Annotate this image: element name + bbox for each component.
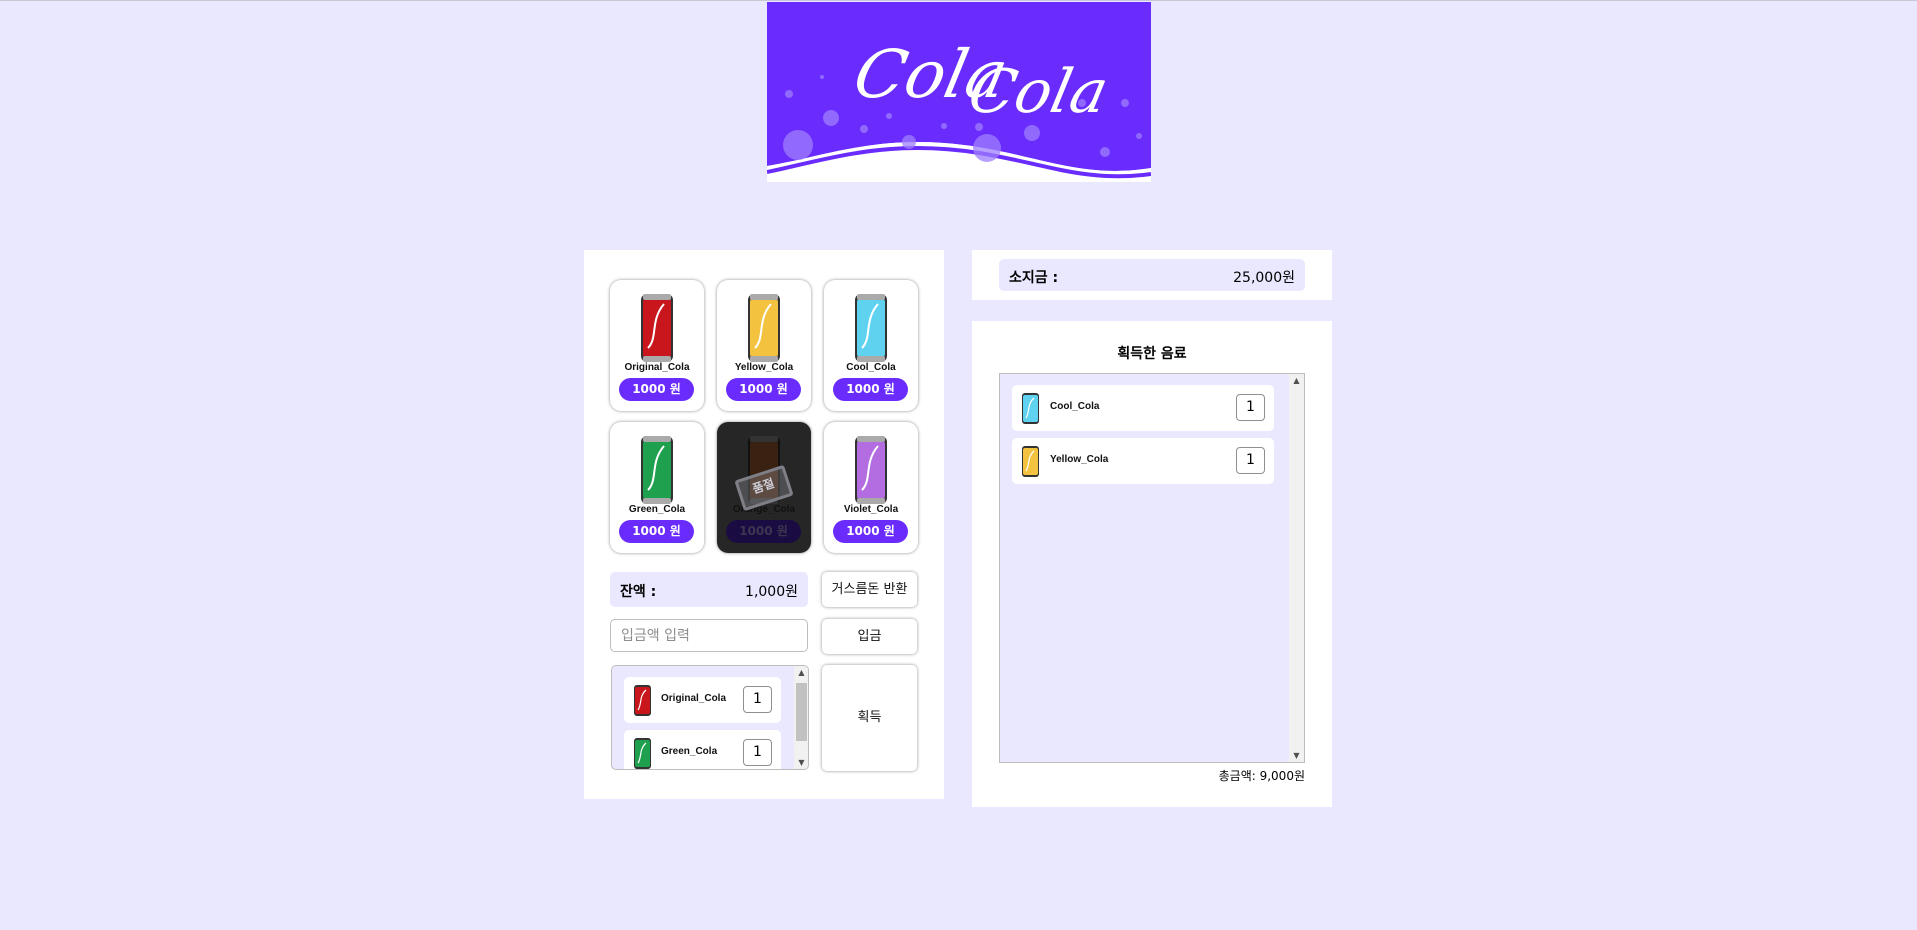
acquire-button[interactable]: 획득	[822, 665, 917, 771]
acquired-item-qty: 1	[1236, 447, 1265, 474]
cola-can-icon	[641, 436, 673, 504]
product-price: 1000 원	[619, 378, 694, 401]
logo-text-2: Cola	[962, 58, 1114, 127]
deposit-button[interactable]: 입금	[822, 619, 917, 654]
cola-can-icon	[748, 294, 780, 362]
deposit-input[interactable]	[610, 619, 808, 652]
product-name: Orange_Cola	[732, 504, 796, 515]
acquired-item: Cool_Cola 1	[1012, 385, 1274, 431]
product-price: 1000 원	[619, 520, 694, 543]
scroll-up-icon[interactable]: ▲	[1289, 376, 1304, 385]
wallet-display: 소지금 : 25,000원	[999, 259, 1305, 291]
product-violet-cola[interactable]: Violet_Cola 1000 원	[824, 422, 918, 553]
balance-label: 잔액 :	[620, 584, 657, 600]
wallet-value: 25,000원	[1233, 270, 1295, 286]
wallet-label: 소지금 :	[1009, 270, 1059, 286]
acquired-drinks-panel: 획득한 음료 Cool_Cola 1 Yellow_Cola 1 ▲ ▼ 총금액…	[972, 321, 1332, 807]
product-price: 1000 원	[726, 520, 801, 543]
product-name: Green_Cola	[628, 504, 686, 515]
cart-item-name: Green_Cola	[661, 746, 718, 757]
product-orange-cola[interactable]: Orange_Cola 품절 1000 원	[717, 422, 811, 553]
product-cool-cola[interactable]: Cool_Cola 1000 원	[824, 280, 918, 411]
scroll-thumb[interactable]	[796, 683, 807, 741]
product-price: 1000 원	[726, 378, 801, 401]
cart-item[interactable]: Green_Cola 1	[624, 730, 781, 769]
cola-can-icon	[634, 685, 651, 716]
cart-item-name: Original_Cola	[661, 693, 727, 704]
product-name: Cool_Cola	[846, 362, 896, 373]
product-yellow-cola[interactable]: Yellow_Cola 1000 원	[717, 280, 811, 411]
cola-can-icon	[855, 436, 887, 504]
scroll-down-icon[interactable]: ▼	[1289, 751, 1304, 760]
acquired-item-name: Cool_Cola	[1050, 401, 1100, 412]
product-price: 1000 원	[833, 378, 908, 401]
scroll-up-icon[interactable]: ▲	[794, 668, 808, 677]
acquired-item-qty: 1	[1236, 394, 1265, 421]
product-name: Yellow_Cola	[734, 362, 794, 373]
cola-can-icon	[634, 738, 651, 769]
cola-can-icon	[855, 294, 887, 362]
product-price: 1000 원	[833, 520, 908, 543]
return-change-button[interactable]: 거스름돈 반환	[822, 572, 917, 607]
cart-list: Original_Cola 1 Green_Cola 1 ▲ ▼	[611, 665, 809, 770]
cart-scrollbar[interactable]: ▲ ▼	[794, 666, 808, 769]
total-amount: 총금액: 9,000원	[1218, 769, 1305, 783]
acquired-list: Cool_Cola 1 Yellow_Cola 1 ▲ ▼	[999, 373, 1305, 763]
cart-item[interactable]: Original_Cola 1	[624, 677, 781, 723]
cola-can-icon	[1022, 393, 1039, 424]
cart-item-qty: 1	[743, 739, 772, 766]
acquired-item-name: Yellow_Cola	[1050, 454, 1109, 465]
cola-can-icon	[641, 294, 673, 362]
product-green-cola[interactable]: Green_Cola 1000 원	[610, 422, 704, 553]
acquired-title: 획득한 음료	[1117, 346, 1187, 362]
product-name: Original_Cola	[624, 362, 690, 373]
colacola-logo: Cola Cola	[766, 2, 1152, 183]
balance-value: 1,000원	[745, 584, 798, 600]
product-name: Violet_Cola	[843, 504, 899, 515]
product-original-cola[interactable]: Original_Cola 1000 원	[610, 280, 704, 411]
vending-machine-panel: Original_Cola 1000 원 Yellow_Cola 1000 원 …	[584, 250, 944, 799]
cart-item-qty: 1	[743, 686, 772, 713]
acquired-item: Yellow_Cola 1	[1012, 438, 1274, 484]
balance-display: 잔액 : 1,000원	[610, 572, 808, 607]
scroll-down-icon[interactable]: ▼	[794, 758, 808, 767]
cola-can-icon	[1022, 446, 1039, 477]
acquired-scrollbar[interactable]: ▲ ▼	[1289, 374, 1304, 762]
wallet-panel: 소지금 : 25,000원	[972, 250, 1332, 300]
